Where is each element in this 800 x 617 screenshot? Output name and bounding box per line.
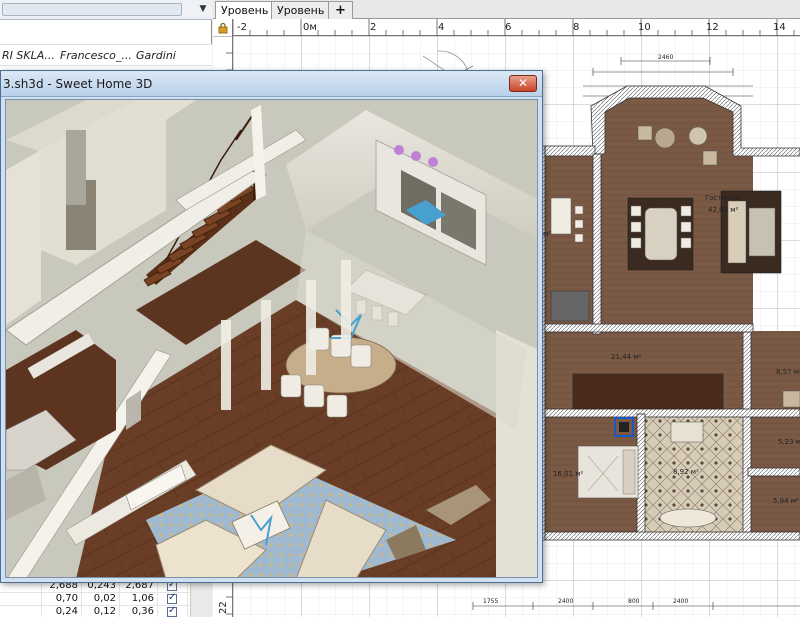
3d-scene[interactable] [6,100,538,578]
bathtub[interactable] [659,508,717,528]
cell-width: 0,24 [42,606,82,617]
3d-viewport[interactable] [5,99,538,578]
scrollbar-thumb[interactable] [2,3,182,16]
catalog-cell-category: Gardini [136,49,176,62]
cell-depth: 0,12 [82,606,120,617]
catalog-row[interactable]: RI SKLA... Francesco_... Gardini [0,44,212,66]
dimension-label-top: 2460 [658,54,673,61]
ruler-label-m2: -2 [237,22,247,33]
cell-height: 1,06 [120,593,158,605]
ruler-label-14: 14 [773,22,786,33]
room-area-5-23: 5,23 м² [778,438,800,446]
ruler-label-4: 4 [438,22,444,33]
ruler-label-12: 12 [706,22,719,33]
right-room-item[interactable] [782,390,800,408]
catalog-scrollbar[interactable]: ▼ [0,0,212,20]
catalog-cell-name: RI SKLA... [2,49,55,62]
room-area-left: м² [543,230,551,238]
close-button[interactable]: ✕ [509,75,537,92]
lock-icon[interactable] [217,22,229,34]
visible-checkbox[interactable] [167,592,177,604]
ruler-horizontal: -2 0м 2 4 6 8 10 12 14 [233,19,800,36]
dimension-bottom-1: 1755 [483,598,498,605]
furniture-table: 2,688 0,243 2,687 0,70 0,02 1,06 0,24 0,… [0,579,212,617]
left-room-curtain [66,130,86,205]
room-area-21: 21,44 м² [611,353,642,361]
cell-depth: 0,02 [82,593,120,605]
dimension-bottom-2: 2400 [558,598,573,605]
window-title: 3.sh3d - Sweet Home 3D [3,77,153,91]
bed[interactable] [577,445,639,499]
3d-view-window[interactable]: 3.sh3d - Sweet Home 3D ✕ [0,70,543,583]
dimension-bottom-4: 2400 [673,598,688,605]
cell-width: 0,70 [42,593,82,605]
room-21-cabinet[interactable] [572,373,724,410]
add-level-button[interactable]: + [328,1,353,19]
scroll-down-arrow-icon[interactable]: ▼ [196,2,210,17]
room-area-8-57: 8,57 м² [776,368,800,376]
room-area-living: 42,02 м² [708,206,739,214]
table-row[interactable]: 0,24 0,12 0,36 [0,605,212,617]
dimension-bottom-3: 800 [628,598,640,605]
ruler-label-6: 6 [505,22,511,33]
catalog-cell-creator: Francesco_... [60,49,132,62]
bath-vanity[interactable] [670,421,704,443]
ruler-label-0: 0м [303,22,317,33]
ruler-left-label: 22 [218,601,229,614]
cell-height: 0,36 [120,606,158,617]
ruler-label-8: 8 [573,22,579,33]
furniture-table-scrollbar[interactable] [190,580,212,617]
room-area-8-92: 8,92 м² [673,468,699,476]
ruler-label-10: 10 [638,22,651,33]
level-tabs: Уровень 0 Уровень 1 + [213,0,800,20]
table-row[interactable]: 0,70 0,02 1,06 [0,592,212,606]
visible-checkbox[interactable] [167,605,177,617]
room-label-living: Гостиная [705,194,739,202]
room-5-94-floor[interactable] [748,476,800,534]
room-area-16: 16,01 м² [553,470,584,478]
app-root: ▼ RI SKLA... Francesco_... Gardini 2,688… [0,0,800,617]
window-titlebar[interactable]: 3.sh3d - Sweet Home 3D ✕ [1,71,542,97]
ruler-label-2: 2 [370,22,376,33]
room-area-5-94: 5,94 м² [773,497,799,505]
